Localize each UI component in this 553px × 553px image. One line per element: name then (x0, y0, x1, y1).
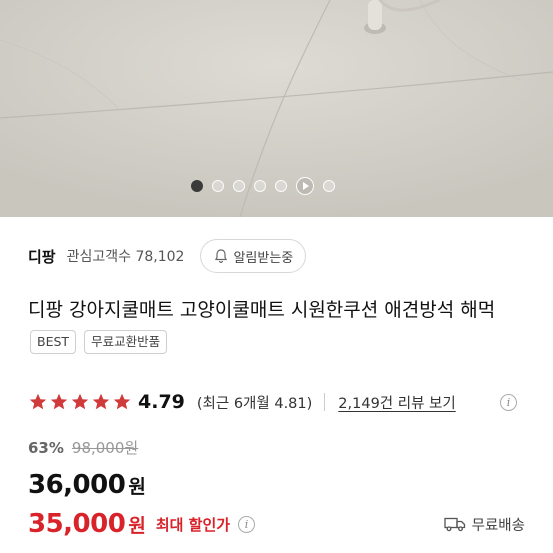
reviews-link[interactable]: 2,149건 리뷰 보기 (338, 392, 455, 413)
truck-icon (443, 517, 465, 532)
carousel-indicators (191, 177, 335, 195)
notification-subscribe-button[interactable]: 알림받는중 (200, 239, 307, 273)
followers-count: 관심고객수 78,102 (66, 249, 185, 265)
carousel-dot[interactable] (212, 180, 224, 192)
star-icon (29, 393, 47, 410)
shipping-label: 무료배송 (471, 517, 525, 534)
discount-row: 63% 98,000원 (28, 437, 138, 458)
rating-score: 4.79 (138, 391, 185, 413)
info-icon[interactable]: i (238, 515, 256, 533)
carousel-dot[interactable] (191, 180, 203, 192)
star-icon (113, 393, 131, 410)
shipping-info[interactable]: 무료배송 (443, 514, 525, 535)
carousel-dot[interactable] (233, 180, 245, 192)
rating-row: 4.79 (최근 6개월 4.81) 2,149건 리뷰 보기 i (28, 388, 517, 416)
product-image-carousel[interactable] (0, 0, 553, 217)
product-title-block: 디팡 강아지쿨매트 고양이쿨매트 시원한쿠션 애견방석 해먹 BEST 무료교환… (28, 294, 528, 360)
star-icon (50, 393, 68, 410)
seller-name[interactable]: 디팡 (28, 246, 56, 267)
discount-rate: 63% (28, 438, 64, 457)
star-rating (28, 392, 132, 412)
carousel-dot[interactable] (254, 180, 266, 192)
follow-button-label: 알림받는중 (233, 250, 294, 266)
carousel-dot[interactable] (275, 180, 287, 192)
sale-price: 36,000 (28, 470, 126, 500)
divider (324, 393, 326, 411)
max-discount-currency: 원 (128, 514, 146, 537)
max-discount-row: 35,000 원 최대 할인가 i 무료배송 (28, 506, 525, 542)
recent-rating: (최근 6개월 4.81) (196, 395, 313, 412)
original-price: 98,000원 (71, 439, 139, 457)
sale-price-row: 36,000 원 (28, 470, 146, 500)
max-discount-label: 최대 할인가 (155, 515, 231, 534)
star-icon (92, 393, 110, 410)
product-title: 디팡 강아지쿨매트 고양이쿨매트 시원한쿠션 애견방석 해먹 (28, 299, 496, 321)
bell-icon (215, 249, 228, 264)
currency-unit: 원 (128, 476, 146, 498)
carousel-dot[interactable] (323, 180, 335, 192)
video-play-icon[interactable] (296, 177, 314, 195)
free-return-tag: 무료교환반품 (84, 330, 168, 354)
max-discount-price: 35,000 (28, 509, 126, 539)
best-tag: BEST (30, 330, 77, 354)
seller-row: 디팡 관심고객수 78,102 알림받는중 (28, 238, 553, 274)
info-icon[interactable]: i (500, 393, 517, 411)
star-icon (71, 393, 89, 410)
